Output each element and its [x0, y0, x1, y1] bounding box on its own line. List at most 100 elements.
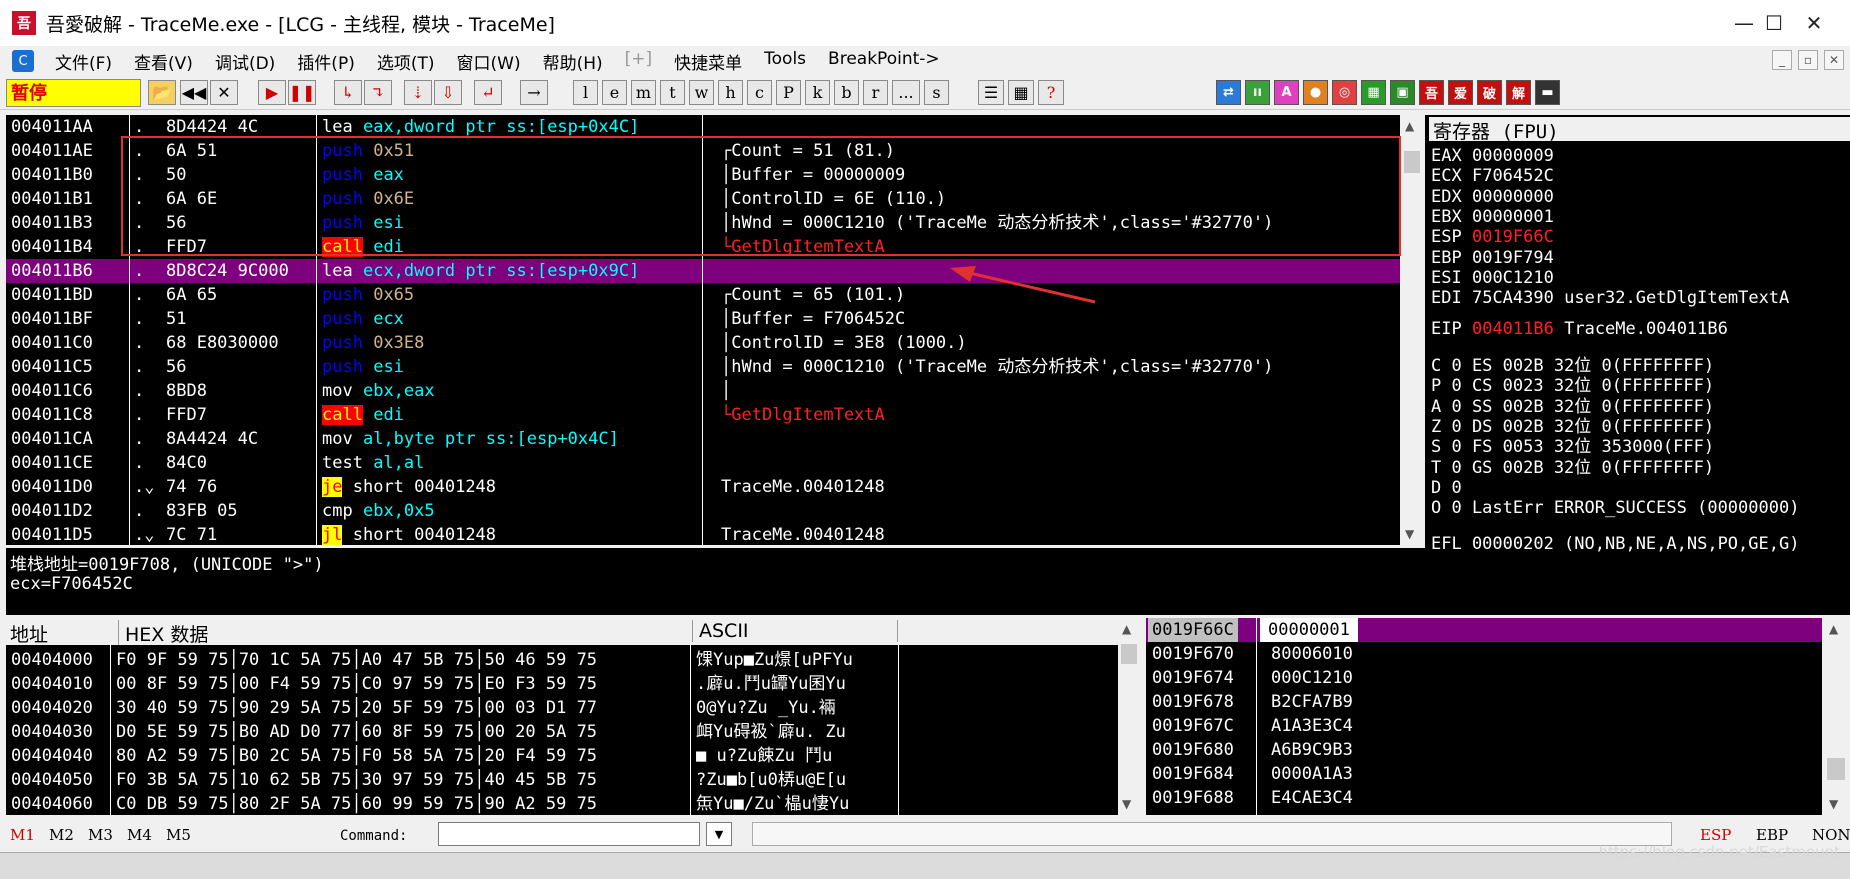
flag-row[interactable]: C 0 ES 002B 32位 0(FFFFFFFF)	[1431, 355, 1714, 377]
register-name: ECX	[1431, 166, 1462, 187]
dump-row[interactable]: 00404050 F0 3B 5A 75│10 62 5B 75│30 97 59…	[6, 768, 1126, 792]
stack-panel[interactable]: 0019F66C 00000001 0019F670 80006010 0019F674…	[1146, 618, 1822, 815]
mark-m2[interactable]: M2	[49, 826, 74, 844]
dump-header: 地址 HEX 数据 ASCII	[6, 618, 1126, 647]
stack-row[interactable]: 0019F674 000C1210	[1146, 666, 1822, 690]
column-separator	[690, 645, 691, 815]
dump-ascii: 0@Yu?Zu _Yu.裲	[696, 698, 836, 718]
dump-row[interactable]: 00404040 80 A2 59 75│B0 2C 5A 75│F0 58 5A…	[6, 744, 1126, 768]
efl-row[interactable]: EFL 00000202 (NO,NB,NE,A,NS,PO,GE,G)	[1431, 533, 1799, 555]
dump-address: 00404040	[11, 746, 93, 766]
command-dropdown-icon[interactable]: ▼	[706, 822, 732, 846]
dump-scrollbar[interactable]: ▲ ▼	[1118, 618, 1140, 815]
dump-hex: 00 8F 59 75│00 F4 59 75│C0 97 59 75│E0 F…	[116, 674, 598, 694]
register-esp[interactable]: ESP 0019F66C	[1431, 226, 1554, 248]
mark-m5[interactable]: M5	[166, 826, 191, 844]
dump-header-address[interactable]: 地址	[10, 620, 48, 647]
register-value: F706452C	[1471, 166, 1554, 187]
stack-address: 0019F684	[1152, 764, 1234, 784]
registers-panel[interactable]: 寄存器 (FPU) EAX 00000009 ECX F706452C EDX …	[1425, 115, 1850, 615]
dump-ascii: 缹Yu■/Zu`橸u悽Yu	[696, 794, 850, 814]
annotation-arrow	[964, 270, 1096, 304]
scroll-down-icon[interactable]: ▼	[1122, 797, 1131, 811]
stack-row[interactable]: 0019F67C A1A3E3C4	[1146, 714, 1822, 738]
register-value: 004011B6	[1471, 319, 1554, 339]
register-ebp[interactable]: EBP 0019F794	[1431, 247, 1554, 269]
stack-address: 0019F670	[1152, 644, 1234, 664]
watermark-text: https://blog.csdn.net/Eastmount	[1598, 843, 1840, 861]
highlight-box	[121, 136, 1401, 256]
stack-row[interactable]: 0019F66C 00000001	[1146, 618, 1822, 642]
dump-row[interactable]: 00404010 00 8F 59 75│00 F4 59 75│C0 97 59…	[6, 672, 1126, 696]
mark-m4[interactable]: M4	[127, 826, 152, 844]
scroll-down-icon[interactable]: ▼	[1829, 797, 1838, 811]
command-input[interactable]	[438, 822, 700, 846]
stack-address: 0019F66C	[1148, 618, 1238, 642]
register-value: 00000000	[1471, 186, 1554, 207]
stack-scrollbar[interactable]: ▲ ▼	[1822, 618, 1850, 815]
flag-row[interactable]: A 0 SS 002B 32位 0(FFFFFFFF)	[1431, 396, 1714, 418]
register-value: 00000001	[1471, 206, 1554, 227]
stack-row[interactable]: 0019F678 B2CFA7B9	[1146, 690, 1822, 714]
stack-address: 0019F67C	[1152, 716, 1234, 736]
register-name: ESI	[1431, 267, 1462, 288]
register-name: EAX	[1431, 146, 1462, 166]
register-edi[interactable]: EDI 75CA4390 user32.GetDlgItemTextA	[1431, 287, 1789, 309]
flag-row[interactable]: D 0	[1431, 477, 1462, 499]
dump-row[interactable]: 00404060 C0 DB 59 75│80 2F 5A 75│60 99 59…	[6, 792, 1126, 815]
dump-ascii: ?Zu■b[u0梇u@E[u	[696, 770, 847, 790]
register-ecx[interactable]: ECX F706452C	[1431, 165, 1554, 187]
command-label: Command:	[340, 828, 408, 844]
register-value: 75CA4390	[1471, 288, 1554, 309]
column-separator	[1256, 618, 1257, 815]
dump-address: 00404050	[11, 770, 93, 790]
dump-ascii: .廦u.鬥u罈Yu囷Yu	[696, 674, 846, 694]
register-name: EDX	[1431, 186, 1462, 207]
flag-row[interactable]: P 0 CS 0023 32位 0(FFFFFFFF)	[1431, 375, 1714, 397]
register-name: ESP	[1431, 227, 1462, 248]
register-edx[interactable]: EDX 00000000	[1431, 186, 1554, 208]
stack-mode-none[interactable]: NONE	[1812, 826, 1850, 844]
register-value: 0019F794	[1471, 247, 1554, 268]
dump-ascii: 馃Yup■Zu燝[uPFYu	[696, 650, 853, 670]
stack-value: 80006010	[1271, 644, 1353, 664]
stack-row[interactable]: 0019F670 80006010	[1146, 642, 1822, 666]
register-eip[interactable]: EIP 004011B6 TraceMe.004011B6	[1431, 318, 1728, 340]
dump-hex: 80 A2 59 75│B0 2C 5A 75│F0 58 5A 75│20 F…	[116, 746, 598, 766]
stack-value: A1A3E3C4	[1271, 716, 1353, 736]
lasterr-row: O 0 LastErr ERROR_SUCCESS (00000000)	[1431, 498, 1800, 518]
info-line-2: ecx=F706452C	[10, 574, 133, 594]
flag-row[interactable]: Z 0 DS 002B 32位 0(FFFFFFFF)	[1431, 416, 1714, 438]
mark-m1[interactable]: M1	[10, 826, 35, 844]
dump-row[interactable]: 00404020 30 40 59 75│90 29 5A 75│20 5F 59…	[6, 696, 1126, 720]
stack-value: B2CFA7B9	[1271, 692, 1353, 712]
stack-value: 00000001	[1260, 618, 1358, 642]
stack-row[interactable]: 0019F684 0000A1A3	[1146, 762, 1822, 786]
register-esi[interactable]: ESI 000C1210	[1431, 267, 1554, 289]
stack-row[interactable]: 0019F680 A6B9C9B3	[1146, 738, 1822, 762]
stack-address: 0019F678	[1152, 692, 1234, 712]
memory-dump-panel[interactable]: 00404000 F0 9F 59 75│70 1C 5A 75│A0 47 5B…	[6, 645, 1126, 815]
dump-row[interactable]: 00404030 D0 5E 59 75│B0 AD D0 77│60 8F 59…	[6, 720, 1126, 744]
scroll-up-icon[interactable]: ▲	[1829, 622, 1838, 636]
dump-header-ascii[interactable]: ASCII	[692, 620, 898, 642]
dump-row[interactable]: 00404000 F0 9F 59 75│70 1C 5A 75│A0 47 5B…	[6, 648, 1126, 672]
stack-value: E4CAE3C4	[1271, 788, 1353, 808]
stack-mode-ebp[interactable]: EBP	[1756, 826, 1788, 844]
dump-address: 00404020	[11, 698, 93, 718]
registers-title: 寄存器 (FPU)	[1429, 117, 1850, 143]
stack-mode-esp[interactable]: ESP	[1700, 826, 1731, 844]
stack-address: 0019F688	[1152, 788, 1234, 808]
register-comment: user32.GetDlgItemTextA	[1564, 288, 1790, 309]
dump-hex: D0 5E 59 75│B0 AD D0 77│60 8F 59 75│00 2…	[116, 722, 598, 742]
flag-row[interactable]: T 0 GS 002B 32位 0(FFFFFFFF)	[1431, 457, 1714, 479]
stack-row[interactable]: 0019F688 E4CAE3C4	[1146, 786, 1822, 810]
register-eax[interactable]: EAX 00000009	[1431, 145, 1554, 167]
scroll-up-icon[interactable]: ▲	[1122, 622, 1131, 636]
dump-address: 00404010	[11, 674, 93, 694]
flag-row[interactable]: S 0 FS 0053 32位 353000(FFF)	[1431, 436, 1714, 458]
dump-header-hex[interactable]: HEX 数据	[118, 620, 208, 647]
info-line-1: 堆栈地址=0019F708, (UNICODE ">")	[10, 555, 324, 575]
register-ebx[interactable]: EBX 00000001	[1431, 206, 1554, 228]
mark-m3[interactable]: M3	[88, 826, 113, 844]
